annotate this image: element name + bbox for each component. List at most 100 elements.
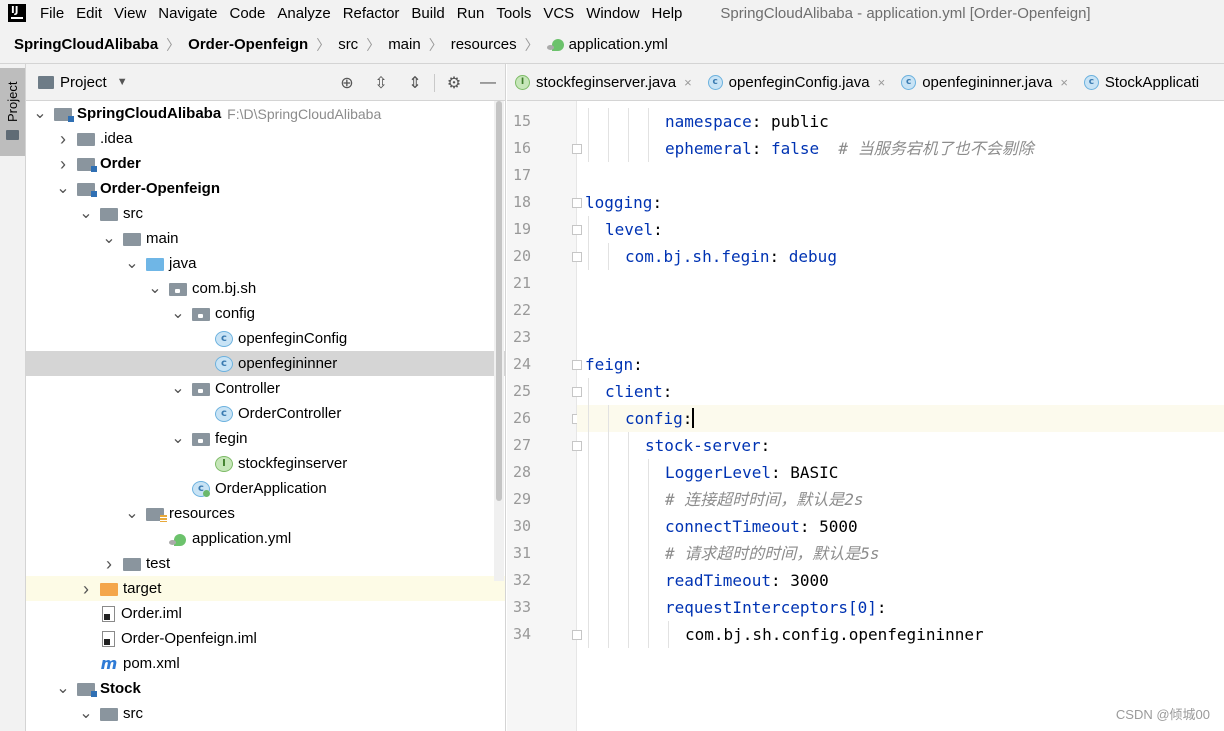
watermark: CSDN @倾城00 — [1115, 707, 1210, 722]
tree-node[interactable]: ⌄ Controller — [26, 376, 505, 401]
breadcrumb-file-label: application.yml — [568, 36, 668, 53]
menu-navigate[interactable]: Navigate — [152, 5, 223, 22]
code-editor[interactable]: 15 16 17 18 19 20 21 22 23 24 25 26 27 28 29 30 31 32 33 34… — [507, 101, 1224, 731]
tree-node[interactable]: › Order — [26, 151, 505, 176]
menu-view[interactable]: View — [108, 5, 152, 22]
indent-guide — [628, 594, 629, 621]
tree-scrollbar[interactable] — [494, 101, 504, 581]
code-line-content: logging: — [585, 189, 662, 216]
chevron-down-icon[interactable]: ⌄ — [170, 430, 186, 446]
folder-icon — [38, 75, 54, 89]
chevron-down-icon[interactable]: ⌄ — [101, 230, 117, 246]
menu-tools[interactable]: Tools — [490, 5, 537, 22]
tree-node[interactable]: Order-Openfeign.iml — [26, 626, 505, 651]
chevron-down-icon[interactable]: ▼ — [117, 76, 128, 88]
menu-build[interactable]: Build — [405, 5, 450, 22]
tree-node[interactable]: ⌄ main — [26, 226, 505, 251]
yaml-value: com.bj.sh.config.openfegininner — [685, 625, 984, 644]
project-view-selector[interactable]: Project — [60, 74, 107, 91]
intellij-logo-icon: IJ — [8, 4, 26, 22]
tree-node-label: Order-Openfeign — [100, 180, 221, 197]
breadcrumb-item-main[interactable]: main — [388, 36, 421, 53]
chevron-right-icon[interactable]: › — [55, 129, 71, 149]
gear-icon[interactable]: ⚙ — [437, 73, 471, 93]
tree-node[interactable]: ⌄ config — [26, 301, 505, 326]
project-tool-window-button[interactable]: Project — [0, 68, 25, 156]
tree-node[interactable]: › test — [26, 551, 505, 576]
chevron-down-icon[interactable]: ⌄ — [55, 180, 71, 196]
chevron-down-icon[interactable]: ⌄ — [124, 255, 140, 271]
project-panel: Project ▼ ⊕ ⇳ ⇕ ⚙ — ⌄ SpringCloudAlibaba F… — [26, 64, 506, 731]
tree-node[interactable]: application.yml — [26, 526, 505, 551]
indent-guide — [648, 621, 649, 648]
menu-help[interactable]: Help — [646, 5, 689, 22]
resources-folder-icon — [146, 508, 167, 522]
menu-window[interactable]: Window — [580, 5, 645, 22]
tree-node[interactable]: ⌄ com.bj.sh — [26, 276, 505, 301]
line-number: 34 — [512, 625, 531, 643]
chevron-down-icon[interactable]: ⌄ — [124, 505, 140, 521]
chevron-down-icon[interactable]: ⌄ — [78, 705, 94, 721]
tree-node[interactable]: ⌄ Stock — [26, 676, 505, 701]
menu-run[interactable]: Run — [451, 5, 491, 22]
yaml-colon: : — [653, 220, 663, 239]
minimize-icon[interactable]: — — [471, 74, 505, 92]
chevron-down-icon[interactable]: ⌄ — [78, 205, 94, 221]
tree-node-label: src — [123, 205, 143, 222]
tree-node[interactable]: Order.iml — [26, 601, 505, 626]
tree-node[interactable]: ⌄ src — [26, 701, 505, 726]
indent-guide — [588, 513, 589, 540]
collapse-all-icon[interactable]: ⇕ — [398, 73, 432, 93]
line-number: 25 — [512, 382, 531, 400]
yml-file-icon — [169, 534, 187, 546]
tree-node[interactable]: Istockfeginserver — [26, 451, 505, 476]
breadcrumb-item-project[interactable]: SpringCloudAlibaba — [14, 36, 158, 53]
chevron-down-icon[interactable]: ⌄ — [170, 305, 186, 321]
menu-edit[interactable]: Edit — [70, 5, 108, 22]
menu-code[interactable]: Code — [223, 5, 271, 22]
chevron-down-icon[interactable]: ⌄ — [32, 105, 48, 121]
chevron-right-icon[interactable]: › — [55, 154, 71, 174]
tree-node[interactable]: c OrderApplication — [26, 476, 505, 501]
indent-guide — [588, 432, 589, 459]
menu-analyze[interactable]: Analyze — [271, 5, 336, 22]
java-class-icon: c — [215, 355, 233, 372]
tree-node[interactable]: ⌄ Order-Openfeign — [26, 176, 505, 201]
module-folder-icon — [54, 108, 74, 122]
tree-node[interactable]: ⌄ fegin — [26, 426, 505, 451]
tree-node[interactable]: ⌄ src — [26, 201, 505, 226]
tree-node[interactable]: m pom.xml — [26, 651, 505, 676]
chevron-down-icon[interactable]: ⌄ — [147, 280, 163, 296]
chevron-down-icon[interactable]: ⌄ — [170, 380, 186, 396]
breadcrumb-item-resources[interactable]: resources — [451, 36, 517, 53]
menu-refactor[interactable]: Refactor — [337, 5, 406, 22]
tree-node[interactable]: c openfeginConfig — [26, 326, 505, 351]
menu-bar: IJ File Edit View Navigate Code Analyze … — [0, 0, 1224, 26]
tree-node[interactable]: ⌄ java — [26, 251, 505, 276]
code-line: stock-server: — [577, 432, 1224, 459]
breadcrumb-item-src[interactable]: src — [338, 36, 358, 53]
menu-vcs[interactable]: VCS — [537, 5, 580, 22]
tree-node[interactable]: ⌄ SpringCloudAlibaba F:\D\SpringCloudAliba… — [26, 101, 505, 126]
tree-node[interactable]: ⌄ resources — [26, 501, 505, 526]
tree-node[interactable]: › .idea — [26, 126, 505, 151]
tree-node[interactable]: c OrderController — [26, 401, 505, 426]
indent-guide — [668, 621, 669, 648]
locate-icon[interactable]: ⊕ — [330, 73, 364, 93]
yaml-comment: # 连接超时时间，默认是2s — [665, 490, 864, 509]
scrollbar-thumb[interactable] — [496, 101, 502, 501]
chevron-down-icon[interactable]: ⌄ — [55, 680, 71, 696]
chevron-right-icon[interactable]: › — [101, 554, 117, 574]
breadcrumb-item-module[interactable]: Order-Openfeign — [188, 36, 308, 53]
breadcrumb-item-file[interactable]: application.yml — [546, 36, 668, 53]
tree-node[interactable]: › target — [26, 576, 505, 601]
line-number: 28 — [512, 463, 531, 481]
chevron-right-icon[interactable]: › — [78, 579, 94, 599]
tree-node[interactable]: c openfegininner — [26, 351, 505, 376]
folder-icon — [100, 708, 118, 721]
expand-all-icon[interactable]: ⇳ — [364, 73, 398, 93]
code-line: namespace: public — [577, 108, 1224, 135]
menu-file[interactable]: File — [34, 5, 70, 22]
code-area[interactable]: namespace: public ephemeral: false # 当服务宕… — [577, 101, 1224, 731]
line-number: 18 — [512, 193, 531, 211]
